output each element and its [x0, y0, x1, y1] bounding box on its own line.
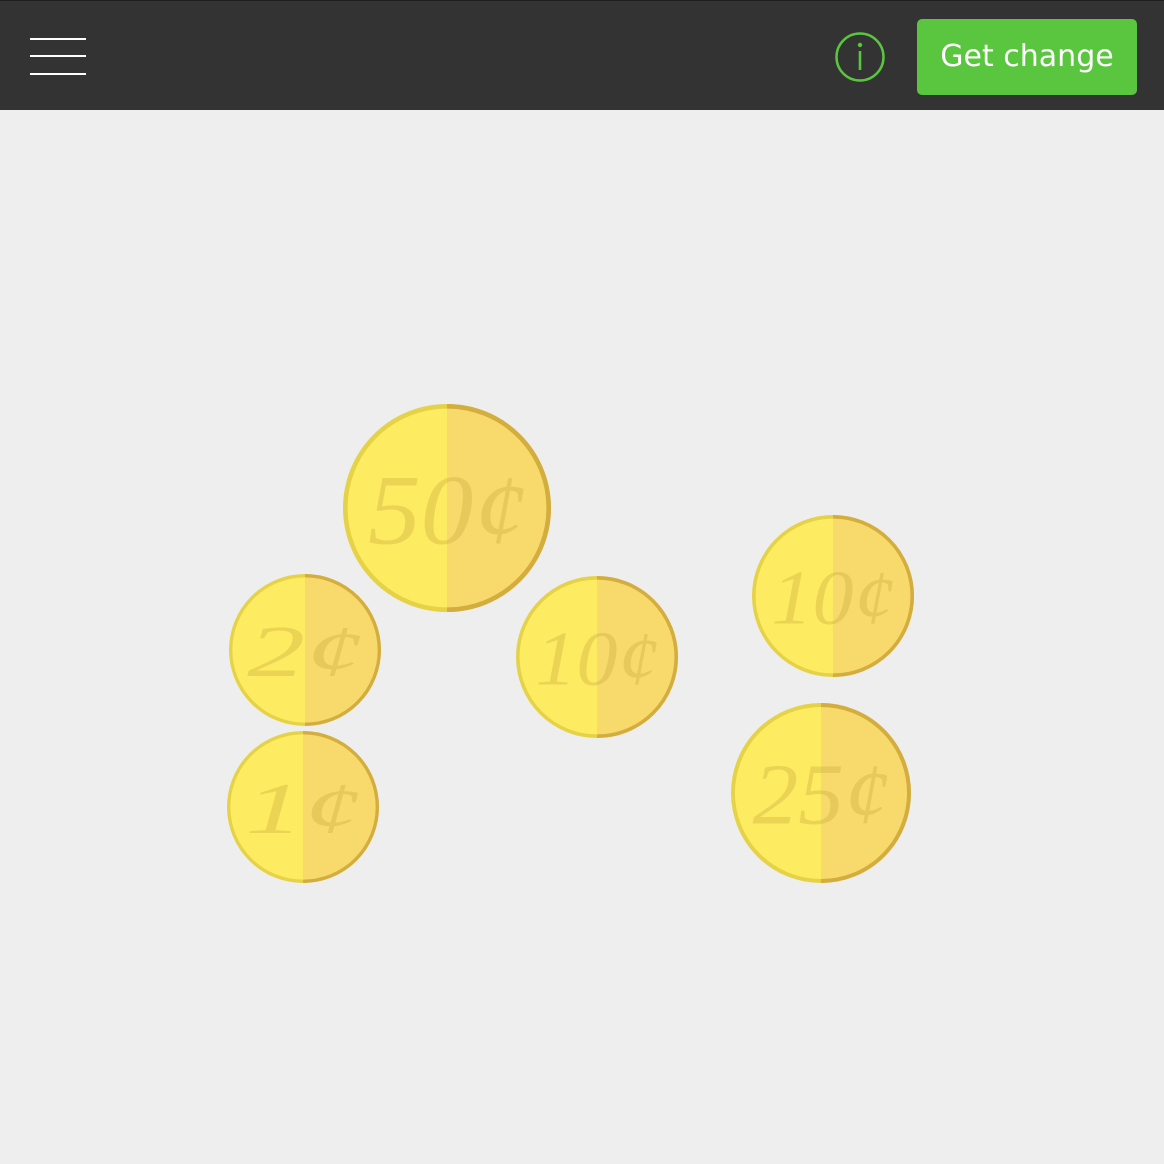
coin-label: 10¢ — [535, 616, 658, 702]
coin-label: 25¢ — [753, 747, 890, 843]
coin-10-cents[interactable]: 10¢ — [516, 576, 678, 738]
coin-10-cents[interactable]: 10¢ — [752, 515, 914, 677]
coin-1-cent[interactable]: 1¢ — [227, 731, 379, 883]
coin-2-cents[interactable]: 2¢ — [229, 574, 381, 726]
get-change-button[interactable]: Get change — [917, 19, 1137, 95]
coin-label: 50¢ — [368, 454, 526, 565]
coin-label: 10¢ — [771, 555, 894, 641]
menu-line — [30, 38, 86, 40]
top-bar: Get change — [0, 0, 1164, 110]
coin-area: 50¢ 2¢ 10¢ 10¢ 1¢ 25¢ — [0, 110, 1164, 1164]
coin-label: 1¢ — [245, 768, 361, 849]
menu-line — [30, 55, 86, 57]
info-icon[interactable] — [835, 32, 885, 82]
menu-line — [30, 73, 86, 75]
hamburger-menu-icon[interactable] — [30, 37, 86, 77]
coin-label: 2¢ — [247, 611, 363, 692]
coin-25-cents[interactable]: 25¢ — [731, 703, 911, 883]
